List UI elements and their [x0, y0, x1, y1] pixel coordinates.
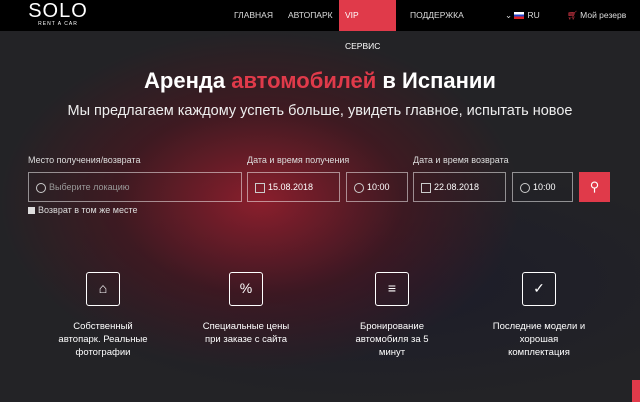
- calendar-icon: [421, 182, 431, 193]
- location-label: Место получения/возврата: [28, 155, 141, 165]
- nav-home[interactable]: ГЛАВНАЯ: [234, 0, 273, 31]
- language-selector[interactable]: ⌄ RU: [505, 0, 540, 31]
- calendar-icon: [255, 182, 265, 193]
- return-label: Дата и время возврата: [413, 155, 509, 165]
- same-place-checkbox[interactable]: Возврат в том же месте: [28, 205, 138, 215]
- page-title: Аренда автомобилей в Испании: [144, 68, 496, 93]
- clipboard-car-icon: ≡: [375, 272, 409, 306]
- pickup-date-input[interactable]: 15.08.2018: [247, 172, 340, 202]
- logo[interactable]: SOLO RENT A CAR: [26, 1, 90, 28]
- location-pin-icon: [36, 182, 46, 193]
- side-widget-tab[interactable]: [632, 380, 640, 402]
- pickup-time-input[interactable]: 10:00: [346, 172, 408, 202]
- chevron-down-icon: ⌄: [505, 10, 515, 20]
- cart-icon: 🛒︎: [567, 10, 578, 20]
- page-bottom: [0, 402, 640, 406]
- subtitle: Мы предлагаем каждому успеть больше, уви…: [67, 103, 573, 119]
- clock-icon: [520, 182, 530, 193]
- nav-support[interactable]: ПОДДЕРЖКА: [410, 0, 464, 31]
- return-date-input[interactable]: 22.08.2018: [413, 172, 506, 202]
- nav-vip[interactable]: VIP СЕРВИС: [339, 0, 396, 51]
- location-input[interactable]: Выберите локацию: [28, 172, 242, 202]
- feature-fast-booking: ≡ Бронирование автомобиля за 5 минут: [322, 272, 462, 359]
- flag-ru-icon: [514, 12, 525, 20]
- garage-icon: ⌂: [86, 272, 120, 306]
- nav-fleet[interactable]: АВТОПАРК: [288, 0, 333, 31]
- search-button[interactable]: ⚲: [579, 172, 610, 202]
- checkbox-icon: [28, 207, 35, 215]
- discount-monitor-icon: %: [229, 272, 263, 306]
- search-icon: ⚲: [589, 179, 600, 194]
- return-time-input[interactable]: 10:00: [512, 172, 573, 202]
- feature-special-prices: % Специальные цены при заказе с сайта: [176, 272, 316, 346]
- clock-icon: [354, 182, 364, 193]
- feature-latest-models: ✓ Последние модели и хорошая комплектация: [469, 272, 609, 359]
- feature-own-fleet: ⌂ Собственный автопарк. Реальные фотографии: [33, 272, 173, 359]
- cart-link[interactable]: 🛒︎ Мой резерв: [567, 0, 626, 31]
- pickup-label: Дата и время получения: [247, 155, 350, 165]
- header: SOLO RENT A CAR ГЛАВНАЯ АВТОПАРК VIP СЕР…: [0, 0, 640, 51]
- car-check-icon: ✓: [522, 272, 556, 306]
